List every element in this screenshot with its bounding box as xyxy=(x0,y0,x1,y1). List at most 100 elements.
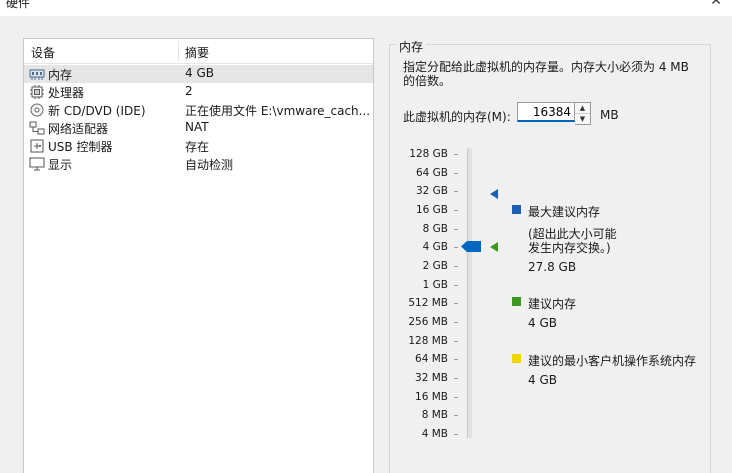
scale-tick-label: 8 MB xyxy=(421,409,448,421)
max-recommended-marker-icon xyxy=(490,189,498,199)
scale-tick-label: 128 GB xyxy=(409,148,448,160)
recommended-title: 建议内存 xyxy=(528,297,577,311)
device-name: 处理器 xyxy=(48,86,85,100)
scale-tick: 8 MB xyxy=(400,409,460,423)
scale-tick-label: 4 GB xyxy=(422,241,448,253)
recommended-marker-icon xyxy=(490,242,498,252)
device-name: USB 控制器 xyxy=(48,140,113,154)
scale-tick-mark xyxy=(454,434,458,435)
network-adapter-icon xyxy=(29,121,45,135)
device-row-network-adapter[interactable]: 网络适配器 NAT xyxy=(24,119,373,137)
recommended-swatch xyxy=(512,297,521,306)
memory-spinbox: ▲ ▼ xyxy=(517,102,592,125)
device-name: 新 CD/DVD (IDE) xyxy=(48,104,146,118)
memory-slider-track[interactable] xyxy=(467,148,472,438)
spin-up-icon[interactable]: ▲ xyxy=(575,103,590,114)
scale-tick: 16 MB xyxy=(400,391,460,405)
scale-tick-mark xyxy=(454,266,458,267)
device-row-memory[interactable]: 内存 4 GB xyxy=(24,65,373,83)
scale-tick-label: 2 GB xyxy=(422,260,448,272)
scale-tick-mark xyxy=(454,322,458,323)
scale-tick-label: 32 GB xyxy=(415,185,448,197)
scale-tick: 8 GB xyxy=(400,223,460,237)
memory-icon xyxy=(29,69,45,80)
device-summary: 存在 xyxy=(185,140,210,154)
guest-min-swatch xyxy=(512,354,521,363)
column-header-summary[interactable]: 摘要 xyxy=(185,44,209,61)
usb-controller-icon xyxy=(30,139,44,153)
scale-tick: 32 MB xyxy=(400,372,460,386)
device-row-usb-controller[interactable]: USB 控制器 存在 xyxy=(24,137,373,155)
recommended-value: 4 GB xyxy=(528,316,557,330)
window-title: 硬件 xyxy=(6,0,31,10)
memory-slider-thumb[interactable] xyxy=(461,241,481,252)
scale-tick: 128 GB xyxy=(400,148,460,162)
scale-tick-mark xyxy=(454,378,458,379)
guest-min-title: 建议的最小客户机操作系统内存 xyxy=(528,354,697,368)
scale-tick-mark xyxy=(454,191,458,192)
scale-tick: 2 GB xyxy=(400,260,460,274)
device-summary: 正在使用文件 E:\vmware_cach... xyxy=(185,104,371,118)
guest-min-value: 4 GB xyxy=(528,373,557,387)
device-summary: 4 GB xyxy=(185,66,214,80)
scale-tick-mark xyxy=(454,229,458,230)
processor-icon xyxy=(30,85,44,99)
column-header-device[interactable]: 设备 xyxy=(31,44,55,61)
max-recommended-value: 27.8 GB xyxy=(528,260,577,274)
max-recommended-title: 最大建议内存 xyxy=(528,205,601,219)
scale-tick-label: 32 MB xyxy=(415,372,448,384)
device-name: 显示 xyxy=(48,158,73,172)
scale-tick-mark xyxy=(454,210,458,211)
device-list-header: 设备 摘要 xyxy=(24,39,373,64)
scale-tick: 4 MB xyxy=(400,428,460,442)
scale-tick-mark xyxy=(454,173,458,174)
device-name: 网络适配器 xyxy=(48,122,109,136)
scale-tick-mark xyxy=(454,154,458,155)
scale-tick-mark xyxy=(454,303,458,304)
scale-tick-label: 64 GB xyxy=(415,167,448,179)
max-recommended-note-line2: 发生内存交换。) xyxy=(528,241,611,255)
close-icon[interactable]: ✕ xyxy=(710,0,722,9)
cd-dvd-icon xyxy=(30,103,44,117)
scale-tick: 128 MB xyxy=(400,335,460,349)
scale-tick-label: 512 MB xyxy=(408,297,448,309)
max-recommended-swatch xyxy=(512,205,521,214)
display-icon xyxy=(29,157,45,171)
scale-tick-mark xyxy=(454,415,458,416)
title-bar: 硬件 ✕ xyxy=(0,0,732,16)
memory-description: 指定分配给此虚拟机的内存量。内存大小必须为 4 MB 的倍数。 xyxy=(403,60,703,88)
scale-tick-label: 16 GB xyxy=(415,204,448,216)
device-row-cd-dvd[interactable]: 新 CD/DVD (IDE) 正在使用文件 E:\vmware_cach... xyxy=(24,101,373,119)
scale-tick-label: 4 MB xyxy=(421,428,448,440)
scale-tick: 512 MB xyxy=(400,297,460,311)
scale-tick-label: 128 MB xyxy=(408,335,448,347)
scale-tick-label: 16 MB xyxy=(415,391,448,403)
scale-tick: 64 MB xyxy=(400,353,460,367)
memory-input[interactable] xyxy=(517,102,575,122)
scale-tick: 1 GB xyxy=(400,279,460,293)
device-summary: NAT xyxy=(185,120,209,134)
device-row-display[interactable]: 显示 自动检测 xyxy=(24,155,373,173)
scale-tick: 32 GB xyxy=(400,185,460,199)
scale-tick-label: 1 GB xyxy=(422,279,448,291)
scale-tick: 4 GB xyxy=(400,241,460,255)
device-row-processor[interactable]: 处理器 2 xyxy=(24,83,373,101)
scale-tick: 16 GB xyxy=(400,204,460,218)
column-divider[interactable] xyxy=(178,41,179,61)
scale-tick-mark xyxy=(454,247,458,248)
scale-tick-label: 256 MB xyxy=(408,316,448,328)
memory-description-line1: 指定分配给此虚拟机的内存量。内存大小必须为 4 MB xyxy=(403,60,689,74)
memory-group-title: 内存 xyxy=(396,38,427,55)
scale-tick-label: 64 MB xyxy=(415,353,448,365)
scale-tick-mark xyxy=(454,359,458,360)
memory-input-label: 此虚拟机的内存(M): xyxy=(403,110,511,124)
scale-tick-mark xyxy=(454,341,458,342)
device-name: 内存 xyxy=(48,68,73,82)
spin-down-icon[interactable]: ▼ xyxy=(575,114,590,124)
device-list: 设备 摘要 内存 4 GB 处理器 2 新 CD/DVD (IDE) 正在使用文… xyxy=(23,38,374,473)
scale-tick-label: 8 GB xyxy=(422,223,448,235)
memory-spin-arrows: ▲ ▼ xyxy=(575,102,591,125)
scale-tick: 256 MB xyxy=(400,316,460,330)
scale-tick-mark xyxy=(454,397,458,398)
memory-unit-label: MB xyxy=(600,108,619,122)
